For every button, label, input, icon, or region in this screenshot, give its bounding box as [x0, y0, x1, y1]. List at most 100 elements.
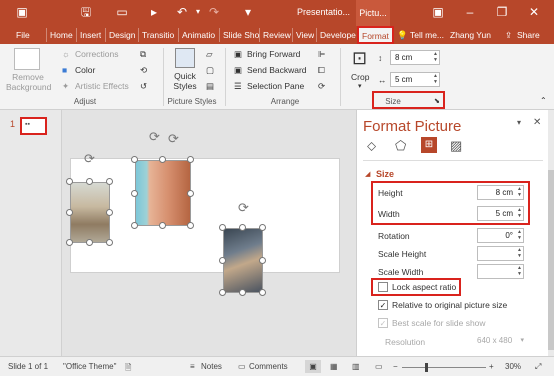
selection-handle[interactable]	[219, 224, 226, 231]
picture-portrait[interactable]	[135, 160, 191, 226]
tell-me-box[interactable]: Tell me...	[410, 28, 444, 42]
picture-layout-icon[interactable]: ▤	[206, 81, 214, 92]
spinner-arrows-icon[interactable]: ▲ ▼	[433, 51, 438, 63]
bring-forward-button[interactable]: Bring Forward	[247, 49, 300, 59]
rotate-icon[interactable]: ⟳	[318, 81, 325, 92]
tab-view[interactable]: View	[292, 28, 314, 42]
tab-format[interactable]: Format	[357, 26, 394, 44]
save-icon[interactable]: 🖫	[78, 5, 94, 19]
bring-forward-icon[interactable]: ▣	[234, 49, 242, 60]
undo-dropdown-icon[interactable]: ▾	[190, 5, 206, 19]
selection-handle[interactable]	[131, 222, 138, 229]
selection-handle[interactable]	[187, 190, 194, 197]
fill-line-tab-icon[interactable]: ⬦	[367, 138, 376, 154]
picture-tab-icon[interactable]: ▨	[450, 138, 462, 154]
lock-aspect-ratio-label[interactable]: Lock aspect ratio	[392, 282, 456, 292]
corrections-button[interactable]: Corrections	[75, 49, 118, 59]
zoom-in-button[interactable]: +	[489, 362, 494, 371]
tab-insert[interactable]: Insert	[76, 28, 101, 42]
spinner-arrows-icon[interactable]: ▲ ▼	[517, 247, 522, 259]
selection-handle[interactable]	[259, 289, 266, 296]
selection-handle[interactable]	[259, 224, 266, 231]
tab-transitions[interactable]: Transitio	[138, 28, 178, 42]
ribbon-width-input[interactable]: 5 cm ▲ ▼	[390, 72, 440, 87]
crop-dropdown-icon[interactable]: ▾	[358, 82, 362, 90]
selection-handle[interactable]	[86, 178, 93, 185]
color-icon[interactable]: ■	[62, 65, 67, 75]
tab-animations[interactable]: Animatio	[178, 28, 220, 42]
selection-handle[interactable]	[239, 289, 246, 296]
send-backward-icon[interactable]: ▣	[234, 65, 242, 76]
group-icon[interactable]: ⧠	[318, 65, 325, 76]
selection-handle[interactable]	[187, 156, 194, 163]
undo-icon[interactable]: ↶	[174, 5, 190, 19]
reading-view-icon[interactable]: ▥	[352, 362, 360, 371]
normal-view-icon[interactable]: ▣	[305, 360, 321, 373]
close-icon[interactable]: ✕	[526, 5, 542, 19]
size-section-header[interactable]: Size	[376, 169, 394, 179]
zoom-slider[interactable]	[402, 367, 486, 368]
tab-home[interactable]: Home	[46, 28, 73, 42]
rotation-handle-icon[interactable]: ⟳	[238, 201, 249, 214]
quick-styles-button[interactable]: Quick Styles	[168, 71, 202, 91]
slide-sorter-icon[interactable]: ▦	[330, 362, 338, 371]
remove-background-icon[interactable]	[14, 48, 40, 70]
rotation-handle-icon[interactable]: ⟳	[84, 152, 95, 165]
spinner-arrows-icon[interactable]: ▲ ▼	[517, 265, 522, 277]
tab-developer[interactable]: Develope	[316, 28, 356, 42]
collapse-ribbon-icon[interactable]: ⌃	[540, 96, 547, 105]
share-button[interactable]: Share	[517, 28, 540, 42]
redo-icon[interactable]: ↷	[206, 5, 222, 19]
fit-to-window-icon[interactable]: ⤢	[535, 362, 541, 372]
color-button[interactable]: Color	[75, 65, 95, 75]
tab-slide-show[interactable]: Slide Sho	[219, 28, 259, 42]
start-from-beginning-icon[interactable]: ▭	[114, 5, 130, 19]
selection-handle[interactable]	[239, 224, 246, 231]
restore-icon[interactable]: ❐	[494, 5, 510, 19]
resolution-select[interactable]: 640 x 480 ▾	[477, 333, 524, 348]
selection-handle[interactable]	[106, 178, 113, 185]
notes-button[interactable]: Notes	[201, 362, 222, 371]
comments-button[interactable]: Comments	[249, 362, 288, 371]
zoom-slider-thumb[interactable]	[425, 363, 428, 372]
pane-close-icon[interactable]: ✕	[533, 117, 541, 128]
selection-handle[interactable]	[66, 178, 73, 185]
customize-qat-icon[interactable]: ▾	[240, 5, 256, 19]
relative-to-original-checkbox[interactable]: ✓	[378, 300, 388, 310]
share-icon[interactable]: ⇪	[505, 28, 512, 42]
spinner-arrows-icon[interactable]: ▲ ▼	[517, 229, 522, 241]
zoom-out-button[interactable]: −	[393, 362, 398, 371]
compress-pictures-icon[interactable]: ⧉	[140, 49, 146, 60]
reset-picture-icon[interactable]: ↺	[140, 81, 147, 92]
start-presentation-icon[interactable]: ▸	[146, 5, 162, 19]
zoom-level[interactable]: 30%	[505, 362, 521, 371]
selection-handle[interactable]	[187, 222, 194, 229]
pane-options-icon[interactable]: ▾	[517, 118, 521, 127]
ribbon-height-input[interactable]: 8 cm ▲ ▼	[390, 50, 440, 65]
crop-button[interactable]: Crop	[351, 72, 369, 82]
corrections-icon[interactable]: ☼	[62, 49, 70, 59]
selection-handle[interactable]	[86, 239, 93, 246]
picture-street[interactable]	[223, 228, 263, 293]
size-properties-tab-icon[interactable]: ⊞	[421, 137, 437, 153]
spinner-arrows-icon[interactable]: ▲ ▼	[517, 207, 522, 219]
send-backward-button[interactable]: Send Backward	[247, 65, 307, 75]
remove-background-button[interactable]: Remove Background	[6, 72, 51, 92]
tab-review[interactable]: Review	[259, 28, 291, 42]
slide-show-icon[interactable]: ▭	[375, 362, 383, 371]
selection-pane-icon[interactable]: ☰	[234, 81, 242, 92]
tab-file[interactable]: File	[16, 28, 30, 42]
selection-handle[interactable]	[219, 289, 226, 296]
selection-handle[interactable]	[131, 156, 138, 163]
user-name[interactable]: Zhang Yun	[450, 28, 491, 42]
height-input[interactable]: 8 cm ▲ ▼	[477, 185, 524, 200]
scale-height-input[interactable]: ▲ ▼	[477, 246, 524, 261]
picture-border-icon[interactable]: ▱	[206, 49, 213, 60]
lock-aspect-ratio-checkbox[interactable]	[378, 282, 388, 292]
minimize-icon[interactable]: –	[462, 5, 478, 19]
best-scale-checkbox[interactable]: ✓	[378, 318, 388, 328]
scale-width-input[interactable]: ▲ ▼	[477, 264, 524, 279]
artistic-effects-icon[interactable]: ✦	[62, 81, 69, 92]
spinner-arrows-icon[interactable]: ▲ ▼	[517, 186, 522, 198]
quick-styles-icon[interactable]	[175, 48, 195, 68]
